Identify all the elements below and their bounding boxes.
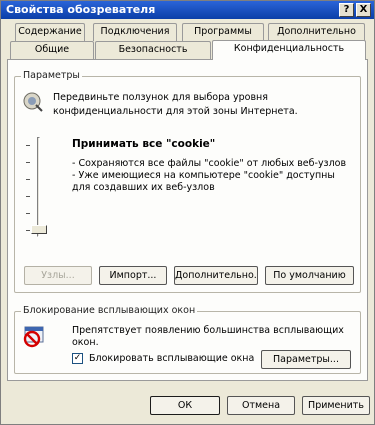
block-popups-checkbox[interactable]: ✓ xyxy=(72,353,83,364)
level-desc-line3: для создавших их веб-узлов xyxy=(72,182,215,193)
popup-legend: Блокирование всплывающих окон xyxy=(21,305,198,316)
advanced-button[interactable]: Дополнительно... xyxy=(174,266,258,285)
tab-label: Содержание xyxy=(18,26,82,37)
tab-label: Подключения xyxy=(100,26,170,37)
tab-panel-privacy: Параметры Передвиньте ползунок для выбор… xyxy=(7,59,368,381)
cancel-button[interactable]: Отмена xyxy=(227,396,295,415)
slider-thumb[interactable] xyxy=(31,225,47,234)
tab-security[interactable]: Безопасность xyxy=(95,41,211,59)
popup-blocker-icon xyxy=(23,326,44,348)
help-button[interactable]: ? xyxy=(339,3,354,17)
tab-general[interactable]: Общие xyxy=(10,41,94,59)
privacy-icon xyxy=(23,92,43,112)
tab-programs[interactable]: Программы xyxy=(182,23,264,41)
tab-advanced[interactable]: Дополнительно xyxy=(268,23,365,41)
level-desc-line2: - Уже имеющиеся на компьютере "cookie" д… xyxy=(72,170,335,181)
default-button[interactable]: По умолчанию xyxy=(265,266,354,285)
close-icon: X xyxy=(359,4,368,15)
tab-label: Дополнительно xyxy=(277,26,356,37)
sites-button[interactable]: Узлы... xyxy=(24,266,92,285)
tab-connections[interactable]: Подключения xyxy=(93,23,177,41)
block-popups-label[interactable]: Блокировать всплывающие окна xyxy=(89,353,254,365)
popup-blocker-group: Блокирование всплывающих окон Препятству… xyxy=(14,305,361,374)
privacy-level-title: Принимать все "cookie" xyxy=(72,138,216,150)
help-icon: ? xyxy=(343,4,350,15)
tab-label: Конфиденциальность xyxy=(233,43,345,54)
popup-settings-button[interactable]: Параметры... xyxy=(261,350,351,369)
level-desc-line1: - Сохраняются все файлы "cookie" от любы… xyxy=(72,158,347,169)
popup-hint-line2: окон. xyxy=(72,337,99,348)
tab-label: Общие xyxy=(34,44,70,55)
tab-label: Безопасность xyxy=(118,44,188,55)
slider-track xyxy=(37,137,40,237)
settings-legend: Параметры xyxy=(21,70,82,81)
settings-hint-line1: Передвиньте ползунок для выбора уровня xyxy=(53,92,268,103)
settings-hint-line2: конфиденциальности для этой зоны Интерне… xyxy=(53,106,298,117)
tab-label: Программы xyxy=(194,26,252,37)
internet-options-dialog: Свойства обозревателя ? X Содержание Под… xyxy=(0,0,375,425)
apply-button[interactable]: Применить xyxy=(302,396,370,415)
ok-button[interactable]: ОК xyxy=(150,396,220,415)
popup-hint-line1: Препятствует появлению большинства всплы… xyxy=(72,325,344,336)
settings-group: Параметры Передвиньте ползунок для выбор… xyxy=(14,70,361,293)
import-button[interactable]: Импорт... xyxy=(99,266,167,285)
window-title: Свойства обозревателя xyxy=(6,3,156,16)
tab-privacy[interactable]: Конфиденциальность xyxy=(212,40,366,60)
title-bar[interactable]: Свойства обозревателя xyxy=(1,1,374,19)
privacy-level-slider[interactable] xyxy=(26,137,48,237)
tab-content[interactable]: Содержание xyxy=(15,23,85,41)
close-button[interactable]: X xyxy=(356,3,371,17)
